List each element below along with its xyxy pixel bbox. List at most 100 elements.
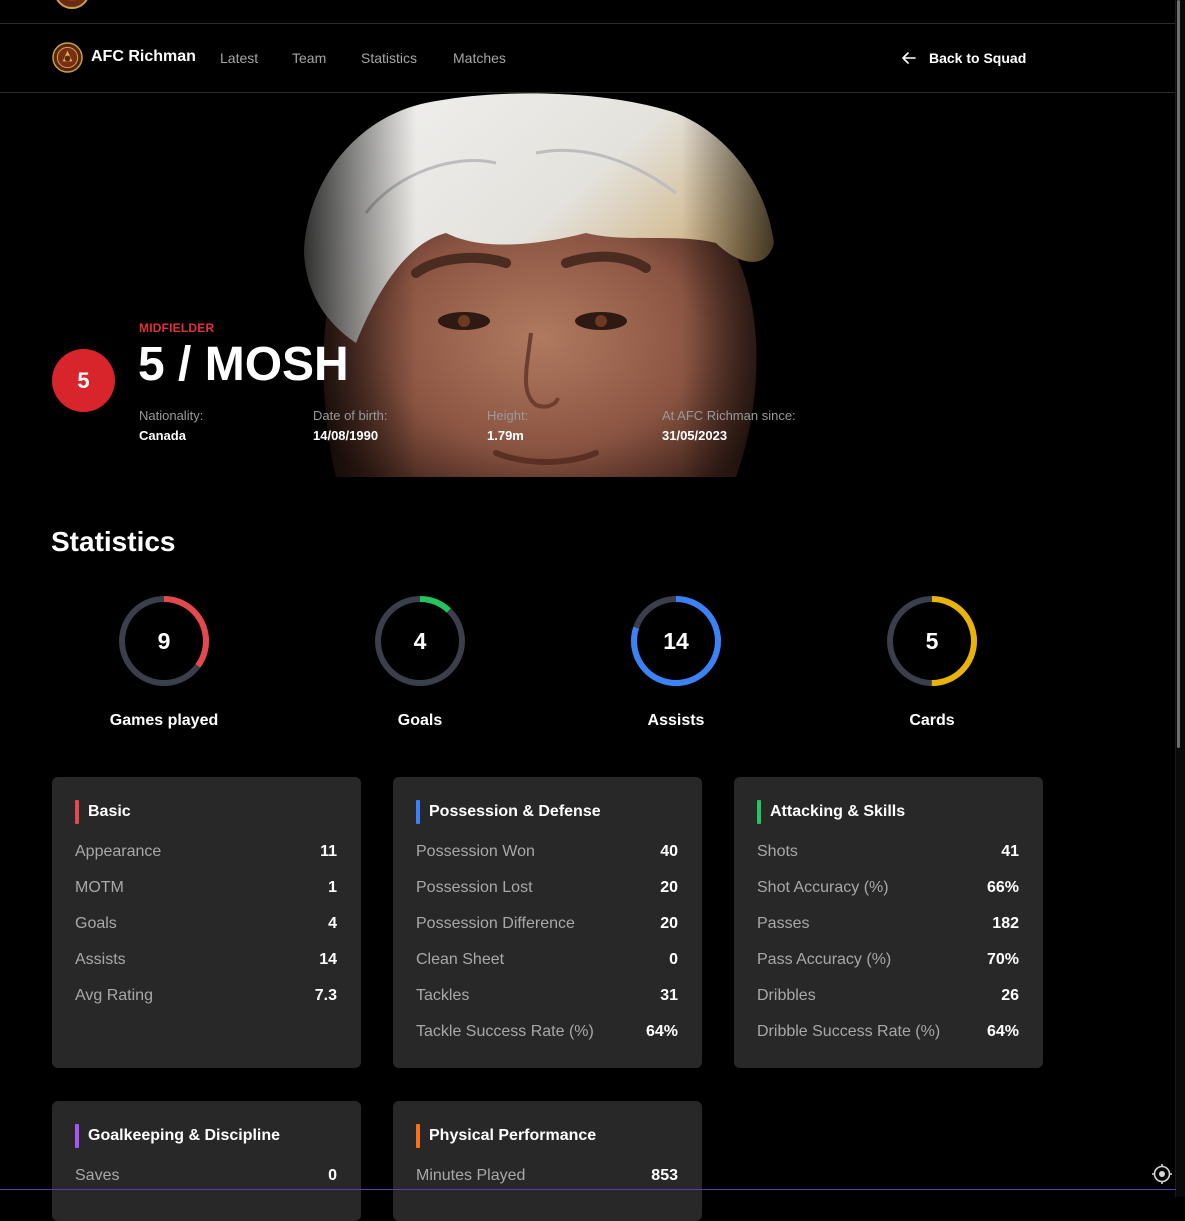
stat-row: Possession Difference 20 [416,915,678,933]
top-strip [0,0,1176,24]
stat-label: MOTM [75,879,124,896]
info-value: Canada [139,428,186,443]
info-nationality: Nationality: Canada [139,408,203,443]
stat-value: 182 [992,915,1019,932]
physical-performance-card: Physical Performance Minutes Played 853 [393,1101,702,1221]
club-crest-icon [56,0,88,9]
info-height: Height: 1.79m [487,408,528,443]
stat-label: Assists [75,951,126,968]
stat-label: Possession Lost [416,879,533,896]
info-club-since: At AFC Richman since: 31/05/2023 [662,408,796,443]
stat-value: 41 [1001,843,1019,860]
stat-label: Avg Rating [75,987,153,1004]
card-header: Physical Performance [416,1124,596,1148]
stat-value: 64% [986,1023,1019,1040]
info-value: 14/08/1990 [313,428,379,443]
ring-chart: 4 [375,596,465,686]
info-label: At AFC Richman since: [662,408,796,423]
stat-label: Goals [75,915,117,932]
stat-value: 14 [319,951,337,968]
stat-ring: 4 Goals [340,592,500,730]
bottom-divider [0,1189,1176,1190]
ring-value: 14 [663,628,689,654]
ring-value: 4 [414,628,427,654]
card-title: Physical Performance [429,1127,597,1144]
nav-link-statistics[interactable]: Statistics [361,50,417,66]
ring-label: Assists [647,712,705,729]
stat-value: 31 [660,987,678,1004]
stat-row: Tackles 31 [416,987,678,1005]
stat-label: Minutes Played [416,1167,526,1184]
target-icon[interactable] [1152,1164,1172,1184]
stat-label: Possession Difference [416,915,575,932]
stat-value: 66% [986,879,1019,896]
stat-ring: 5 Cards [852,592,1012,730]
stat-label: Tackles [416,987,470,1004]
info-value: 1.79m [487,428,524,443]
stat-row: Shot Accuracy (%) 66% [757,879,1019,897]
ring-chart: 14 [631,596,721,686]
back-to-squad-button[interactable]: Back to Squad [902,46,1026,70]
stat-label: Pass Accuracy (%) [757,951,892,968]
club-logo-icon[interactable] [52,42,83,73]
info-label: Date of birth: [313,408,388,423]
stat-label: Shots [757,843,798,860]
stat-value: 40 [660,843,678,860]
stat-ring: 9 Games played [84,592,244,730]
stat-value: 4 [328,915,337,932]
stat-row: Minutes Played 853 [416,1167,678,1185]
stat-row: MOTM 1 [75,879,337,897]
stat-label: Tackle Success Rate (%) [416,1023,594,1040]
stat-value: 0 [669,951,678,968]
ring-chart: 5 [887,596,977,686]
ring-value: 5 [926,628,939,654]
stat-value: 0 [328,1167,337,1184]
stat-label: Appearance [75,843,162,860]
ring-label: Cards [909,712,955,729]
stat-label: Saves [75,1167,120,1184]
stat-value: 1 [328,879,337,896]
card-header: Possession & Defense [416,800,601,824]
card-accent-bar [75,800,79,824]
stat-row: Goals 4 [75,915,337,933]
top-nav: AFC Richman Latest Team Statistics Match… [0,24,1176,93]
stat-row: Saves 0 [75,1167,337,1185]
possession-defense-card: Possession & Defense Possession Won 40 Poss… [393,777,702,1068]
goalkeeping-discipline-card: Goalkeeping & Discipline Saves 0 [52,1101,361,1221]
stat-row: Dribble Success Rate (%) 64% [757,1023,1019,1041]
card-accent-bar [757,800,761,824]
stat-value: 11 [320,843,337,860]
stat-row: Assists 14 [75,951,337,969]
card-title: Attacking & Skills [770,803,906,820]
ring-chart: 9 [119,596,209,686]
info-label: Nationality: [139,408,204,423]
stat-row: Passes 182 [757,915,1019,933]
stat-row: Possession Lost 20 [416,879,678,897]
card-title: Basic [88,803,131,820]
stat-label: Passes [757,915,810,932]
player-position: MIDFIELDER [139,321,215,335]
scrollbar-thumb[interactable] [1177,0,1180,748]
card-header: Attacking & Skills [757,800,905,824]
arrow-left-icon [902,52,916,64]
brand-name[interactable]: AFC Richman [91,48,196,66]
card-title: Possession & Defense [429,803,601,820]
stat-row: Appearance 11 [75,843,337,861]
card-header: Goalkeeping & Discipline [75,1124,280,1148]
nav-link-latest[interactable]: Latest [220,50,258,66]
card-accent-bar [416,1124,420,1148]
card-accent-bar [416,800,420,824]
stat-value: 20 [660,915,678,932]
statistics-heading: Statistics [51,526,176,557]
card-title: Goalkeeping & Discipline [88,1127,281,1144]
player-name: 5 / MOSH [138,338,349,391]
stat-label: Dribble Success Rate (%) [757,1023,941,1040]
attacking-skills-card: Attacking & Skills Shots 41 Shot Accuracy (… [734,777,1043,1068]
player-number-badge: 5 [52,349,115,412]
stat-row: Tackle Success Rate (%) 64% [416,1023,678,1041]
stat-ring: 14 Assists [596,592,756,730]
stat-value: 64% [645,1023,678,1040]
stat-label: Shot Accuracy (%) [757,879,889,896]
nav-link-team[interactable]: Team [292,50,326,66]
nav-link-matches[interactable]: Matches [453,50,506,66]
